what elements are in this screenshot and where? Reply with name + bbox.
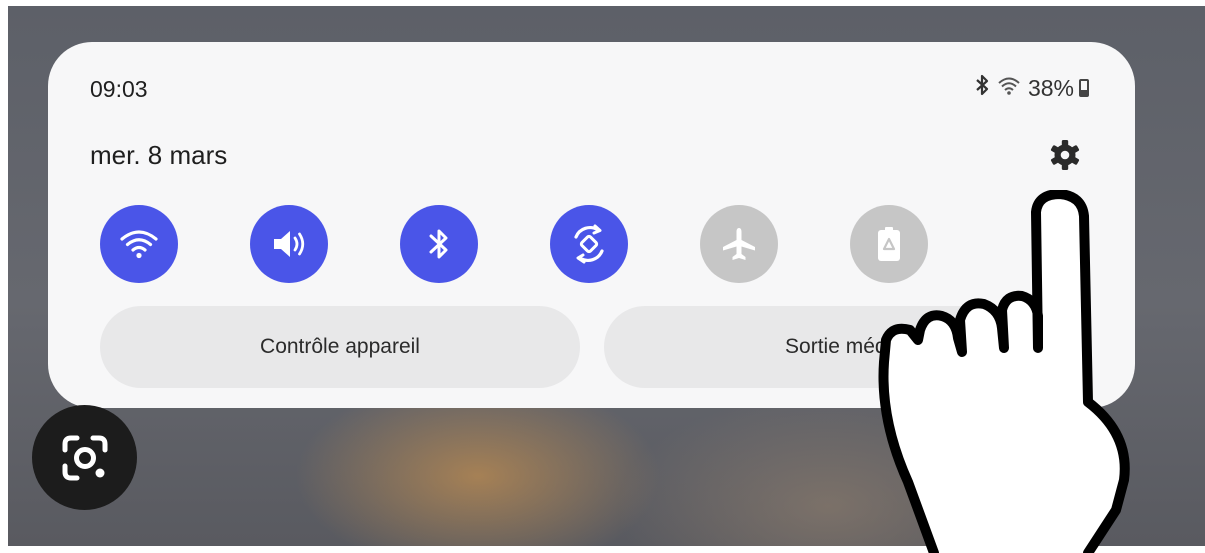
sound-icon [274,231,305,257]
google-lens-button[interactable] [32,405,137,510]
status-time: 09:03 [90,76,148,102]
gear-icon[interactable] [1048,138,1082,172]
sound-toggle[interactable] [250,205,328,283]
battery-percent: 38% [1027,74,1074,101]
auto-rotate-toggle[interactable] [550,205,628,283]
google-lens-icon [62,435,107,480]
bluetooth-status-icon [974,74,990,102]
wifi-icon [120,230,158,259]
date-label: mer. 8 mars [90,140,228,170]
status-icons: 38% [974,74,1089,102]
bluetooth-icon [429,229,448,259]
airplane-mode-toggle[interactable] [700,205,778,283]
wifi-toggle[interactable] [100,205,178,283]
auto-rotate-icon [574,224,604,264]
device-control-label: Contrôle appareil [260,335,420,358]
battery-icon [1079,79,1089,97]
wifi-status-icon [997,76,1021,101]
pointing-hand-icon [878,190,1130,553]
device-control-button[interactable]: Contrôle appareil [100,306,580,388]
bluetooth-toggle[interactable] [400,205,478,283]
airplane-icon [723,228,755,260]
